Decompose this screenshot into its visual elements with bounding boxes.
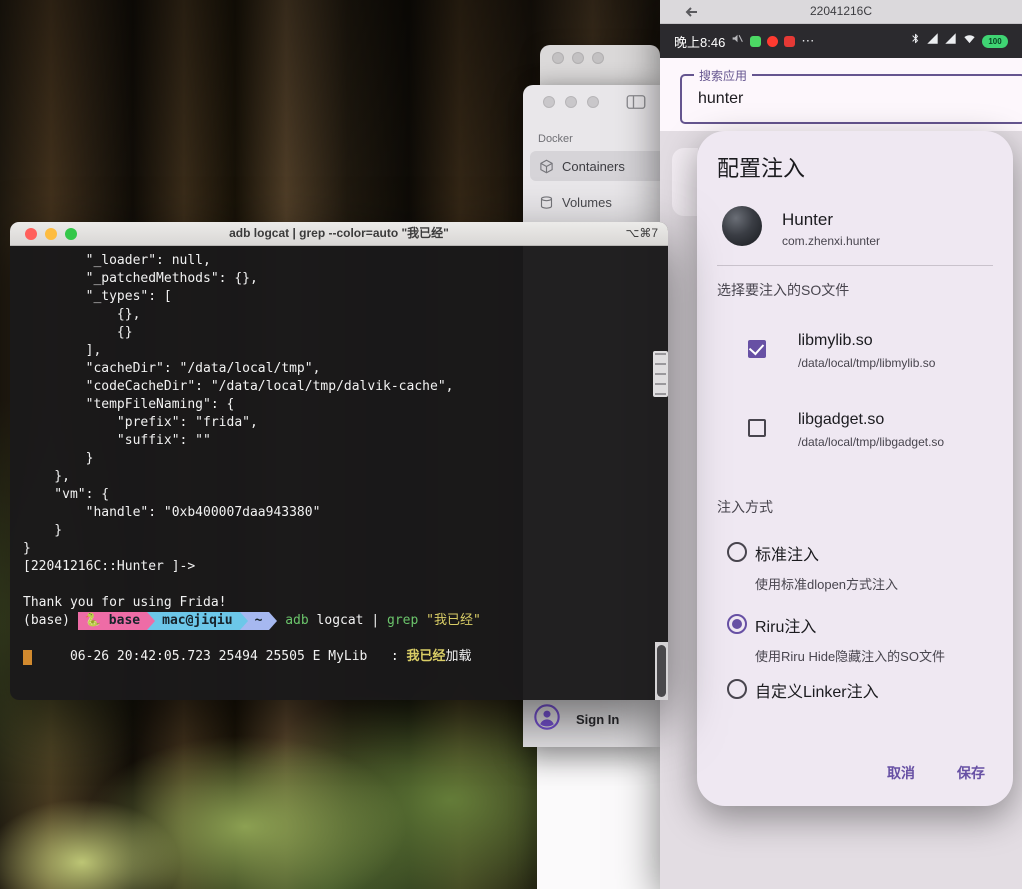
signal-icon-sim2 [944, 32, 957, 50]
logcat-output-line: 06-26 20:42:05.723 25494 25505 E MyLib :… [23, 630, 668, 648]
signal-icon-sim1 [926, 32, 939, 50]
close-button[interactable] [543, 96, 555, 108]
cancel-button[interactable]: 取消 [881, 759, 921, 787]
app-package: com.zhenxi.hunter [782, 234, 880, 248]
radio-desc: 使用Riru Hide隐藏注入的SO文件 [755, 646, 945, 665]
android-status-bar: 晚上8:46 ⋯ 100 [660, 24, 1022, 58]
status-left-group: 晚上8:46 ⋯ [674, 32, 815, 51]
command-text: logcat [309, 612, 372, 630]
status-right-group: 100 [910, 32, 1008, 50]
terminal-titlebar: adb logcat | grep --color=auto "我已经" ⌥⌘7 [10, 222, 668, 246]
phone-window-titlebar: 22041216C [660, 0, 1022, 24]
command-text: | [371, 612, 387, 630]
containers-icon [539, 159, 554, 174]
mute-icon [731, 32, 744, 50]
so-file-name[interactable]: libmylib.so [798, 332, 873, 350]
command-argument: "我已经" [426, 612, 481, 630]
terminal-window: adb logcat | grep --color=auto "我已经" ⌥⌘7… [10, 222, 668, 700]
dialog-actions: 取消 保存 [881, 759, 991, 787]
volumes-icon [539, 195, 554, 210]
prompt-userhost-segment: mac@jiqiu [155, 612, 239, 630]
shell-prompt-line: (base) 🐍 base mac@jiqiu ~ adb logcat | g… [23, 612, 668, 630]
account-avatar-icon [533, 703, 561, 736]
prompt-cwd-segment: ~ [248, 612, 270, 630]
command-text: grep [387, 612, 426, 630]
conda-env-label: (base) [23, 612, 78, 630]
command-text: adb [277, 612, 308, 630]
notification-badge-green [750, 36, 761, 47]
wifi-icon [962, 32, 977, 50]
minimize-button[interactable] [45, 228, 57, 240]
radio-label[interactable]: Riru注入 [755, 613, 816, 637]
grep-match: 我已经 [407, 649, 446, 664]
terminal-content[interactable]: "_loader": null, "_patchedMethods": {}, … [10, 246, 668, 700]
phone-mirror-window: 22041216C 晚上8:46 ⋯ 100 [660, 0, 1022, 889]
app-avatar [722, 206, 762, 246]
radio-label[interactable]: 标准注入 [755, 541, 819, 565]
clock: 晚上8:46 [674, 32, 725, 51]
back-icon[interactable] [684, 5, 698, 19]
sidebar-toggle-icon[interactable] [626, 94, 646, 115]
so-file-name[interactable]: libgadget.so [798, 411, 884, 429]
sign-in-label: Sign In [576, 712, 619, 727]
minimize-button[interactable] [572, 52, 584, 64]
terminal-cursor [23, 650, 32, 665]
scrollbar-thumb[interactable] [657, 645, 666, 697]
zoom-button[interactable] [592, 52, 604, 64]
radio-label[interactable]: 自定义Linker注入 [755, 678, 879, 702]
battery-indicator: 100 [982, 35, 1008, 48]
background-window-titlebar [540, 45, 660, 85]
sidebar-item-label: Volumes [562, 195, 612, 210]
search-field-label: 搜索应用 [694, 67, 752, 84]
radio-desc: 使用标准dlopen方式注入 [755, 574, 898, 593]
terminal-title: adb logcat | grep --color=auto "我已经" [10, 222, 668, 244]
checkbox-libmylib[interactable] [748, 340, 766, 358]
search-area: 搜索应用 [660, 58, 1022, 131]
log-suffix: 加载 [446, 649, 472, 664]
sidebar-item-volumes[interactable]: Volumes [530, 187, 660, 217]
bluetooth-icon [910, 32, 921, 50]
more-notifications-icon: ⋯ [801, 33, 815, 49]
scrollbar-marks [653, 351, 668, 397]
so-file-path: /data/local/tmp/libgadget.so [798, 435, 944, 449]
divider [717, 265, 993, 266]
minimize-button[interactable] [565, 96, 577, 108]
powerline-arrow-icon [240, 612, 248, 630]
terminal-shortcut-hint: ⌥⌘7 [625, 222, 658, 244]
scrollbar-track[interactable] [655, 642, 668, 700]
radio-custom-linker-inject[interactable] [727, 679, 747, 699]
app-list-item-partial [672, 148, 698, 216]
phone-window-title: 22041216C [660, 0, 1022, 22]
log-prefix: 06-26 20:42:05.723 25494 25505 E MyLib : [70, 649, 407, 664]
powerline-arrow-icon [147, 612, 155, 630]
close-button[interactable] [552, 52, 564, 64]
radio-standard-inject[interactable] [727, 542, 747, 562]
checkbox-libgadget[interactable] [748, 419, 766, 437]
sign-in-button[interactable]: Sign In [533, 703, 619, 736]
method-section-label: 注入方式 [717, 497, 773, 517]
terminal-output: "_loader": null, "_patchedMethods": {}, … [23, 252, 668, 612]
zoom-button[interactable] [587, 96, 599, 108]
docker-titlebar [523, 85, 660, 119]
notification-badge-red [767, 36, 778, 47]
search-field[interactable]: 搜索应用 [680, 74, 1022, 124]
save-button[interactable]: 保存 [951, 759, 991, 787]
so-section-label: 选择要注入的SO文件 [717, 280, 849, 300]
prompt-venv-segment: 🐍 base [78, 612, 147, 630]
notification-badge-red2 [784, 36, 795, 47]
so-file-path: /data/local/tmp/libmylib.so [798, 356, 935, 370]
dialog-title: 配置注入 [717, 151, 805, 183]
inject-config-dialog: 配置注入 Hunter com.zhenxi.hunter 选择要注入的SO文件… [697, 131, 1013, 806]
app-name: Hunter [782, 210, 833, 230]
radio-riru-inject[interactable] [727, 614, 747, 634]
sidebar-item-label: Containers [562, 159, 625, 174]
docker-section-label: Docker [538, 133, 660, 145]
zoom-button[interactable] [65, 228, 77, 240]
close-button[interactable] [25, 228, 37, 240]
powerline-arrow-icon [269, 612, 277, 630]
sidebar-item-containers[interactable]: Containers [530, 151, 660, 181]
